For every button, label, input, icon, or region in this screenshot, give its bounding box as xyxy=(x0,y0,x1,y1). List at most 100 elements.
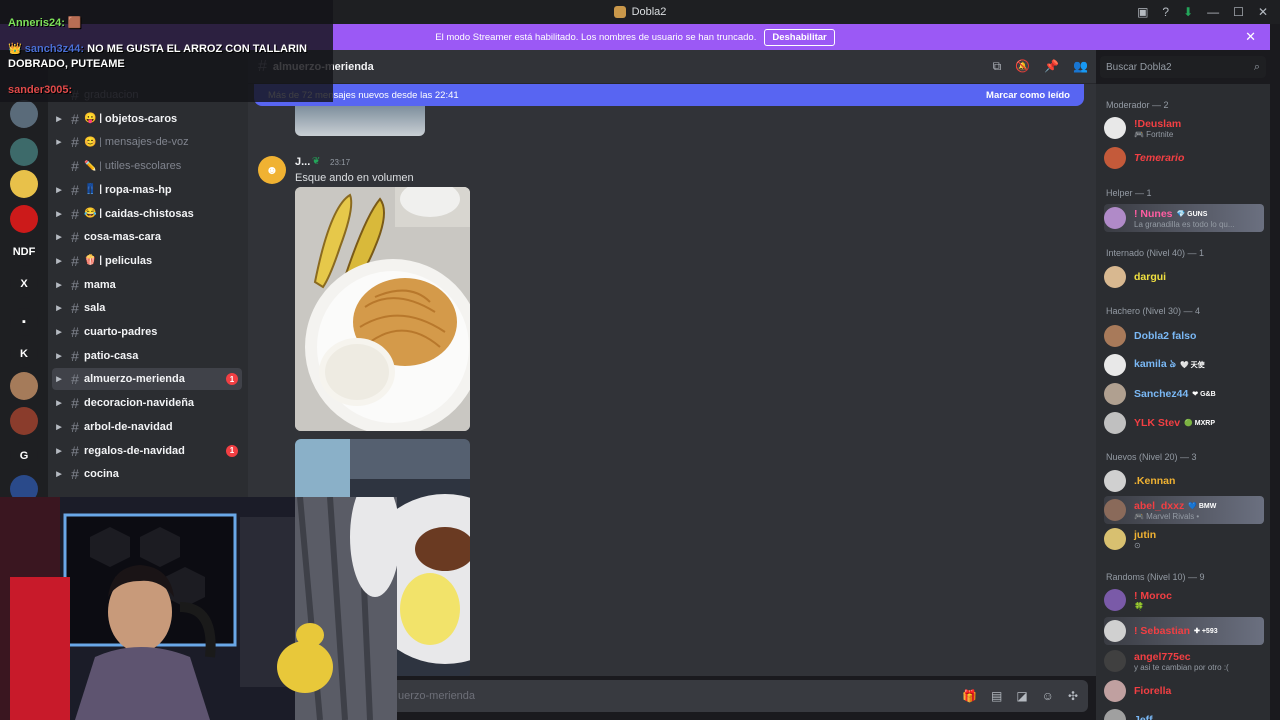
avatar[interactable] xyxy=(1104,147,1126,169)
avatar[interactable]: ☻ xyxy=(258,156,286,184)
channel-item[interactable]: ▶ # arbol-de-navidad xyxy=(52,416,242,438)
avatar[interactable] xyxy=(1104,499,1126,521)
server-icon[interactable] xyxy=(10,100,38,128)
download-icon[interactable]: ⬇ xyxy=(1183,5,1193,19)
server-icon[interactable] xyxy=(10,372,38,400)
sticker-icon[interactable]: ◪ xyxy=(1016,689,1027,703)
avatar[interactable] xyxy=(1104,650,1126,672)
member-item[interactable]: .Kennan xyxy=(1104,467,1264,495)
channel-item[interactable]: ▶ # 😛 | objetos-caros xyxy=(52,108,242,130)
mark-as-read-button[interactable]: Marcar como leído xyxy=(986,90,1070,101)
member-item[interactable]: abel_dxxz 💙 BMW 🎮 Marvel Rivals • xyxy=(1104,496,1264,524)
avatar[interactable] xyxy=(1104,589,1126,611)
avatar[interactable] xyxy=(1104,412,1126,434)
member-item[interactable]: angel775ec y asi te cambian por otro :( xyxy=(1104,647,1264,675)
member-item[interactable]: !Deuslam 🎮 Fortnite xyxy=(1104,114,1264,142)
close-icon[interactable]: ✕ xyxy=(1258,5,1268,19)
server-icon[interactable] xyxy=(10,205,38,233)
member-group-title: Moderador — 2 xyxy=(1106,100,1169,110)
chevron-right-icon[interactable]: ▶ xyxy=(52,257,66,265)
avatar[interactable] xyxy=(1104,620,1126,642)
apps-icon[interactable]: ✣ xyxy=(1068,689,1078,703)
member-item[interactable]: Fiorella xyxy=(1104,677,1264,705)
member-item[interactable]: ! Nunes 💎 GUNS La granadilla es todo lo qu… xyxy=(1104,204,1264,232)
message-author[interactable]: J... xyxy=(295,156,310,168)
minimize-icon[interactable]: — xyxy=(1207,5,1219,19)
avatar[interactable] xyxy=(1104,528,1126,550)
channel-item[interactable]: ▶ # mama xyxy=(52,274,242,296)
avatar[interactable] xyxy=(1104,470,1126,492)
channel-item[interactable]: ▶ # cocina xyxy=(52,463,242,485)
channel-item[interactable]: ▶ # 👖 | ropa-mas-hp xyxy=(52,179,242,201)
food-photo-attachment[interactable] xyxy=(295,187,470,431)
emoji-icon[interactable]: ☺ xyxy=(1042,689,1054,703)
chevron-right-icon[interactable]: ▶ xyxy=(52,375,66,383)
maximize-icon[interactable]: ☐ xyxy=(1233,5,1244,19)
threads-icon[interactable]: ⧉ xyxy=(993,59,1002,74)
chevron-right-icon[interactable]: ▶ xyxy=(52,115,66,123)
channel-item[interactable]: ▶ # almuerzo-merienda 1 xyxy=(52,368,242,391)
new-messages-banner[interactable]: Más de 72 mensajes nuevos desde las 22:4… xyxy=(254,84,1084,106)
gif-icon[interactable]: ▤ xyxy=(991,689,1002,703)
server-icon[interactable]: NDF xyxy=(10,238,38,266)
disable-streamer-button[interactable]: Deshabilitar xyxy=(764,28,835,46)
member-item[interactable]: ! Sebastian ✚ +593 xyxy=(1104,617,1264,645)
server-icon[interactable]: ▪ xyxy=(10,308,38,336)
chevron-right-icon[interactable]: ▶ xyxy=(52,470,66,478)
member-item[interactable]: Dobla2 falso xyxy=(1104,322,1264,350)
channel-item[interactable]: ▶ # 😂 | caidas-chistosas xyxy=(52,203,242,225)
chevron-right-icon[interactable]: ▶ xyxy=(52,281,66,289)
member-item[interactable]: Temerario xyxy=(1104,144,1264,172)
chevron-right-icon[interactable]: ▶ xyxy=(52,447,66,455)
avatar[interactable] xyxy=(1104,680,1126,702)
channel-item[interactable]: ▶ # patio-casa xyxy=(52,345,242,367)
member-item[interactable]: Sanchez44 ❤ G&B xyxy=(1104,380,1264,408)
server-icon[interactable] xyxy=(10,138,38,166)
channel-item[interactable]: ▶ # 🍿 | peliculas xyxy=(52,250,242,272)
chevron-right-icon[interactable]: ▶ xyxy=(52,304,66,312)
chevron-right-icon[interactable]: ▶ xyxy=(52,423,66,431)
channel-item[interactable]: # ✏️ | utiles-escolares xyxy=(52,155,242,177)
chevron-right-icon[interactable]: ▶ xyxy=(52,138,66,146)
chevron-right-icon[interactable]: ▶ xyxy=(52,399,66,407)
channel-item[interactable]: ▶ # cuarto-padres xyxy=(52,321,242,343)
channel-item[interactable]: ▶ # regalos-de-navidad 1 xyxy=(52,440,242,462)
chevron-right-icon[interactable]: ▶ xyxy=(52,210,66,218)
channel-item[interactable]: ▶ # 😊 | mensajes-de-voz xyxy=(52,131,242,153)
channel-item[interactable]: ▶ # sala xyxy=(52,297,242,319)
member-item[interactable]: dargui xyxy=(1104,263,1264,291)
channel-item[interactable]: ▶ # cosa-mas-cara xyxy=(52,226,242,248)
search-input[interactable]: Buscar Dobla2 ⌕ xyxy=(1100,56,1266,78)
server-icon[interactable] xyxy=(10,170,38,198)
help-icon[interactable]: ? xyxy=(1162,5,1169,19)
pin-icon[interactable]: 📌 xyxy=(1044,59,1059,74)
previous-image-attachment[interactable] xyxy=(295,106,425,136)
server-icon[interactable]: G xyxy=(10,442,38,470)
chevron-right-icon[interactable]: ▶ xyxy=(52,328,66,336)
avatar[interactable] xyxy=(1104,117,1126,139)
member-item[interactable]: ! Moroc 🍀 xyxy=(1104,586,1264,614)
avatar[interactable] xyxy=(1104,383,1126,405)
avatar[interactable] xyxy=(1104,709,1126,720)
member-item[interactable]: YLK Stev 🟢 MXRP xyxy=(1104,409,1264,437)
avatar[interactable] xyxy=(1104,325,1126,347)
member-item[interactable]: kamila ঌ 🤍 天使 xyxy=(1104,351,1264,379)
member-item[interactable]: jutin ⊙ xyxy=(1104,525,1264,553)
channel-item[interactable]: ▶ # decoracion-navideña xyxy=(52,392,242,414)
server-icon[interactable]: K xyxy=(10,340,38,368)
mute-icon[interactable]: 🔕 xyxy=(1015,59,1030,74)
chevron-right-icon[interactable]: ▶ xyxy=(52,233,66,241)
member-name: Sanchez44 xyxy=(1134,388,1189,400)
server-icon[interactable] xyxy=(10,407,38,435)
avatar[interactable] xyxy=(1104,207,1126,229)
chevron-right-icon[interactable]: ▶ xyxy=(52,352,66,360)
gift-icon[interactable]: 🎁 xyxy=(962,689,977,703)
close-icon[interactable]: ✕ xyxy=(1245,29,1256,45)
avatar[interactable] xyxy=(1104,354,1126,376)
member-item[interactable]: Jeff xyxy=(1104,706,1264,720)
inbox-icon[interactable]: ▣ xyxy=(1137,5,1148,19)
members-icon[interactable]: 👥 xyxy=(1073,59,1088,74)
server-icon[interactable]: X xyxy=(10,270,38,298)
chevron-right-icon[interactable]: ▶ xyxy=(52,186,66,194)
avatar[interactable] xyxy=(1104,266,1126,288)
